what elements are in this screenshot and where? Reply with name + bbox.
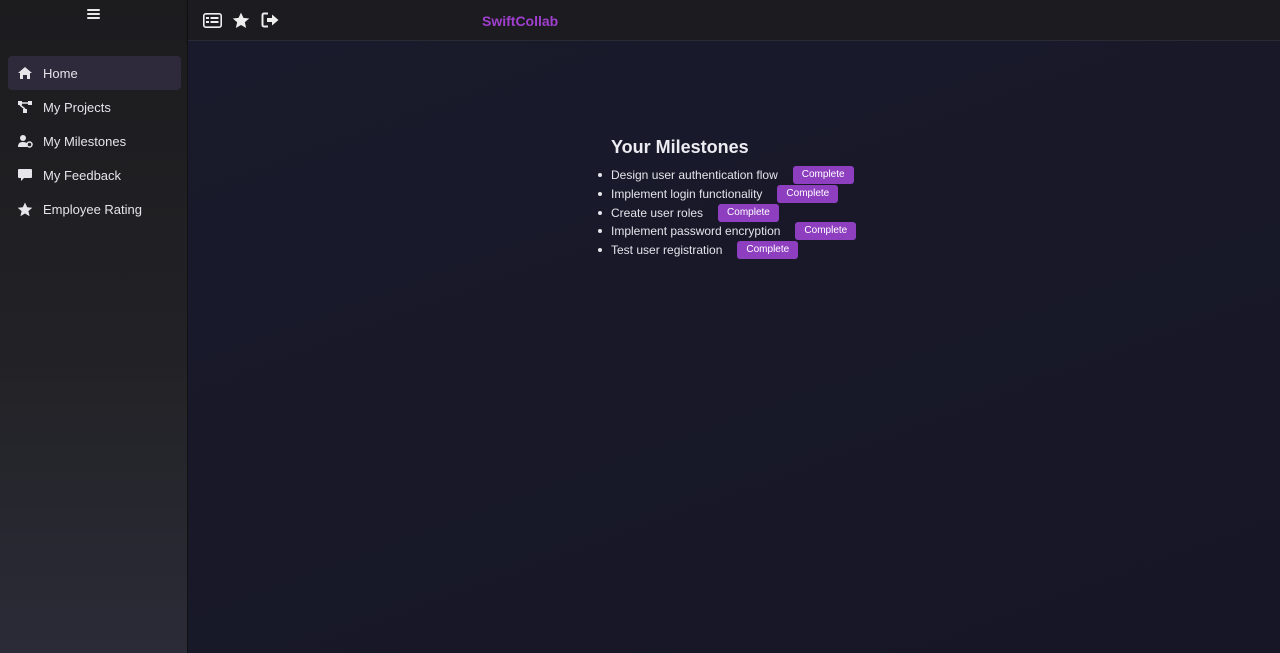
complete-button[interactable]: Complete [795, 222, 857, 241]
sidebar-item-my-feedback[interactable]: My Feedback [8, 158, 181, 192]
sidebar-item-my-milestones[interactable]: My Milestones [8, 124, 181, 158]
hamburger-menu-icon[interactable] [86, 8, 102, 22]
complete-button[interactable]: Complete [737, 241, 799, 260]
user-gear-icon [16, 133, 34, 149]
list-item: Create user roles Complete [598, 203, 930, 222]
star-icon[interactable] [231, 11, 251, 29]
bullet [598, 229, 602, 234]
list-item: Design user authentication flow Complete [598, 166, 930, 185]
sidebar-item-label: Home [43, 65, 78, 81]
bullet [598, 192, 602, 197]
milestone-name: Test user registration [611, 243, 723, 258]
home-icon [16, 65, 34, 81]
sign-out-icon[interactable] [260, 11, 280, 29]
brand-title: SwiftCollab [482, 13, 559, 29]
list-icon[interactable] [202, 11, 222, 29]
complete-button[interactable]: Complete [792, 166, 854, 185]
page-title: Your Milestones [611, 137, 749, 157]
sidebar: Home My Projects My Milestones My Feedba… [0, 0, 188, 653]
bullet [598, 210, 602, 215]
complete-button[interactable]: Complete [777, 185, 839, 204]
sidebar-item-employee-rating[interactable]: Employee Rating [8, 192, 181, 226]
milestones-section: Your Milestones Design user authenticati… [598, 137, 930, 260]
complete-button[interactable]: Complete [718, 203, 779, 222]
sidebar-item-home[interactable]: Home [8, 56, 181, 90]
sidebar-item-my-projects[interactable]: My Projects [8, 90, 181, 124]
sidebar-nav: Home My Projects My Milestones My Feedba… [8, 56, 181, 226]
bullet [598, 248, 602, 253]
list-item: Test user registration Complete [598, 241, 930, 260]
sidebar-item-label: My Milestones [43, 133, 127, 149]
milestone-name: Implement password encryption [611, 224, 781, 239]
main-content: Your Milestones Design user authenticati… [188, 41, 1280, 653]
milestone-name: Design user authentication flow [611, 168, 778, 183]
top-bar: SwiftCollab [188, 0, 1280, 41]
bullet [598, 173, 602, 178]
star-icon [16, 201, 34, 217]
list-item: Implement login functionality Complete [598, 185, 930, 204]
list-item: Implement password encryption Complete [598, 222, 930, 241]
milestone-name: Implement login functionality [611, 187, 763, 202]
milestone-list: Design user authentication flow Complete… [598, 166, 930, 260]
comment-icon [16, 167, 34, 183]
sidebar-item-label: Employee Rating [43, 201, 142, 217]
sidebar-item-label: My Feedback [43, 167, 122, 183]
milestone-name: Create user roles [611, 205, 704, 220]
project-diagram-icon [16, 99, 34, 115]
sidebar-item-label: My Projects [43, 99, 111, 115]
